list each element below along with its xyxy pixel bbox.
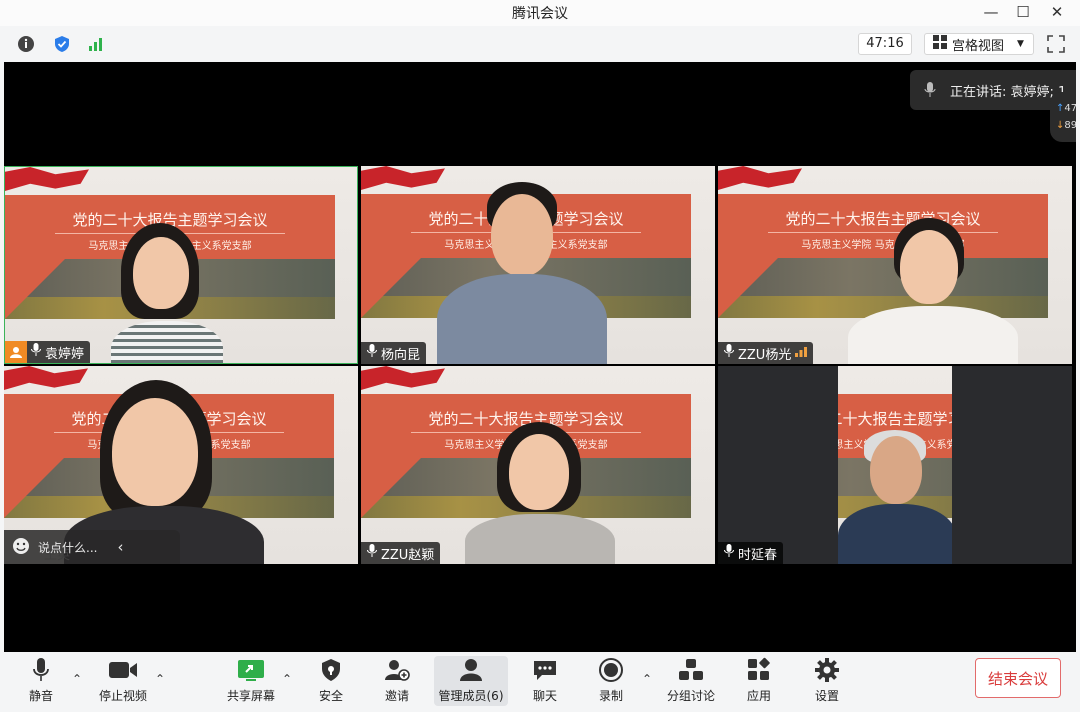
gear-icon xyxy=(812,656,842,684)
chat-placeholder: 说点什么... xyxy=(38,540,98,555)
chevron-down-icon: ▼ xyxy=(1017,39,1024,49)
settings-label: 设置 xyxy=(814,689,839,703)
apps-button[interactable]: 应用 xyxy=(722,656,796,706)
chevron-up-icon[interactable]: ⌃ xyxy=(72,672,86,686)
microphone-icon xyxy=(26,656,56,684)
add-user-icon xyxy=(382,656,412,684)
signal-icon[interactable] xyxy=(86,34,106,54)
breakout-label: 分组讨论 xyxy=(666,689,715,703)
mic-icon xyxy=(367,344,377,362)
security-button[interactable]: 安全 xyxy=(294,656,368,706)
settings-button[interactable]: 设置 xyxy=(790,656,864,706)
chevron-up-icon[interactable]: ⌃ xyxy=(155,672,169,686)
bottom-toolbar: 静音 ⌃ 停止视频 ⌃ 共享屏幕 ⌃ 安全 邀请 管理成员(6) 聊天 录制 ⌃… xyxy=(0,652,1080,712)
participant-name-tag: ZZU赵颖 xyxy=(361,542,441,564)
info-icon[interactable] xyxy=(16,34,36,54)
participant-name-tag: 时延春 xyxy=(718,542,784,564)
window-title: 腾讯会议 xyxy=(512,6,568,22)
record-icon xyxy=(596,656,626,684)
share-screen-icon xyxy=(236,656,266,684)
chat-label: 聊天 xyxy=(532,689,557,703)
video-tile[interactable]: 党的二十大报告主题学习会议 马克思主义学院 马克思主义系党支部 袁婷婷 xyxy=(4,166,358,364)
fullscreen-icon[interactable] xyxy=(1046,34,1068,56)
manage-members-button[interactable]: 管理成员(6) xyxy=(434,656,508,706)
breakout-icon xyxy=(676,656,706,684)
members-icon xyxy=(456,656,486,684)
video-tile[interactable]: 党的二十大报告主题学习会议 马克思主义学院 马克思主义系党支部 杨向昆 xyxy=(361,166,715,364)
mic-icon xyxy=(724,344,734,362)
top-toolbar: 47:16 宫格视图 ▼ xyxy=(0,26,1080,62)
record-button[interactable]: 录制 xyxy=(574,656,648,706)
chevron-left-icon[interactable]: ‹ xyxy=(117,538,123,556)
chat-icon xyxy=(530,656,560,684)
slide-title: 党的二十大报告主题学习会议 xyxy=(838,410,952,428)
speaking-text: 正在讲话: 袁婷婷; 1 xyxy=(950,84,1067,100)
network-stats: ↑47 ↓89 xyxy=(1050,92,1076,142)
participant-name: ZZU杨光 xyxy=(738,347,792,363)
mic-icon xyxy=(724,544,734,562)
mic-icon xyxy=(910,82,950,98)
share-screen-button[interactable]: 共享屏幕 xyxy=(214,656,288,706)
meeting-timer: 47:16 xyxy=(858,33,912,55)
video-tile[interactable]: 党的二十大报告主题学习会议 马克思主义学院 马克思主义系党支部 ZZU杨光 xyxy=(718,166,1072,364)
shield-icon[interactable] xyxy=(52,34,72,54)
invite-label: 邀请 xyxy=(384,689,409,703)
apps-icon xyxy=(744,656,774,684)
video-tile[interactable]: 党的二十大报告主题学习会议 马克思主义学院 马克思主义系党支部 时延春 xyxy=(718,366,1072,564)
video-stage: 正在讲话: 袁婷婷; 1 ↑47 ↓89 党的二十大报告主题学习会议 马克思主义… xyxy=(4,62,1076,652)
chat-quick-input[interactable]: 说点什么... ‹ xyxy=(4,530,180,564)
participant-video: 党的二十大报告主题学习会议 马克思主义学院 马克思主义系党支部 xyxy=(838,366,952,564)
emoji-icon[interactable] xyxy=(12,537,30,558)
participant-name-tag: 杨向昆 xyxy=(361,342,427,364)
shield-icon xyxy=(316,656,346,684)
stop-video-button[interactable]: 停止视频 xyxy=(86,656,160,706)
participant-name-tag: ZZU杨光 xyxy=(718,342,814,364)
participant-name-tag: 袁婷婷 xyxy=(5,341,91,363)
meeting-window: 腾讯会议 — ☐ ✕ 47:16 宫格视图 ▼ 正在讲话: 袁婷婷; 1 ↑47… xyxy=(0,0,1080,712)
chat-button[interactable]: 聊天 xyxy=(508,656,582,706)
participant-name: 时延春 xyxy=(738,547,778,563)
participant-name: 杨向昆 xyxy=(381,347,421,363)
mute-button[interactable]: 静音 xyxy=(4,656,78,706)
close-button[interactable]: ✕ xyxy=(1040,0,1074,24)
share-label: 共享屏幕 xyxy=(226,689,275,703)
security-label: 安全 xyxy=(318,689,343,703)
stop-video-label: 停止视频 xyxy=(98,689,147,703)
host-icon xyxy=(5,341,27,363)
record-label: 录制 xyxy=(598,689,623,703)
mute-label: 静音 xyxy=(28,689,53,703)
members-label: 管理成员(6) xyxy=(438,689,504,703)
view-mode-label: 宫格视图 xyxy=(952,38,1005,54)
apps-label: 应用 xyxy=(746,689,771,703)
participant-name: ZZU赵颖 xyxy=(381,547,435,563)
view-mode-dropdown[interactable]: 宫格视图 ▼ xyxy=(924,33,1034,55)
signal-icon xyxy=(795,345,808,361)
invite-button[interactable]: 邀请 xyxy=(360,656,434,706)
participant-name: 袁婷婷 xyxy=(45,346,85,362)
net-down-value: 89 xyxy=(1064,120,1076,131)
mic-icon xyxy=(31,343,41,361)
video-tile[interactable]: 党的二十大报告主题学习会议 马克思主义学院 马克思主义系党支部 王英 说点什么.… xyxy=(4,366,358,564)
camera-icon xyxy=(108,656,138,684)
breakout-button[interactable]: 分组讨论 xyxy=(654,656,728,706)
title-bar: 腾讯会议 — ☐ ✕ xyxy=(0,0,1080,26)
slide-title: 党的二十大报告主题学习会议 xyxy=(785,210,981,228)
maximize-button[interactable]: ☐ xyxy=(1006,0,1040,24)
grid-icon xyxy=(933,35,947,53)
video-tile[interactable]: 党的二十大报告主题学习会议 马克思主义学院 马克思主义系党支部 ZZU赵颖 xyxy=(361,366,715,564)
minimize-button[interactable]: — xyxy=(974,0,1008,24)
net-up-value: 47 xyxy=(1064,103,1076,114)
mic-icon xyxy=(367,544,377,562)
end-meeting-button[interactable]: 结束会议 xyxy=(975,658,1061,698)
slide-subtitle: 马克思主义学院 马克思主义系党支部 xyxy=(801,240,965,251)
